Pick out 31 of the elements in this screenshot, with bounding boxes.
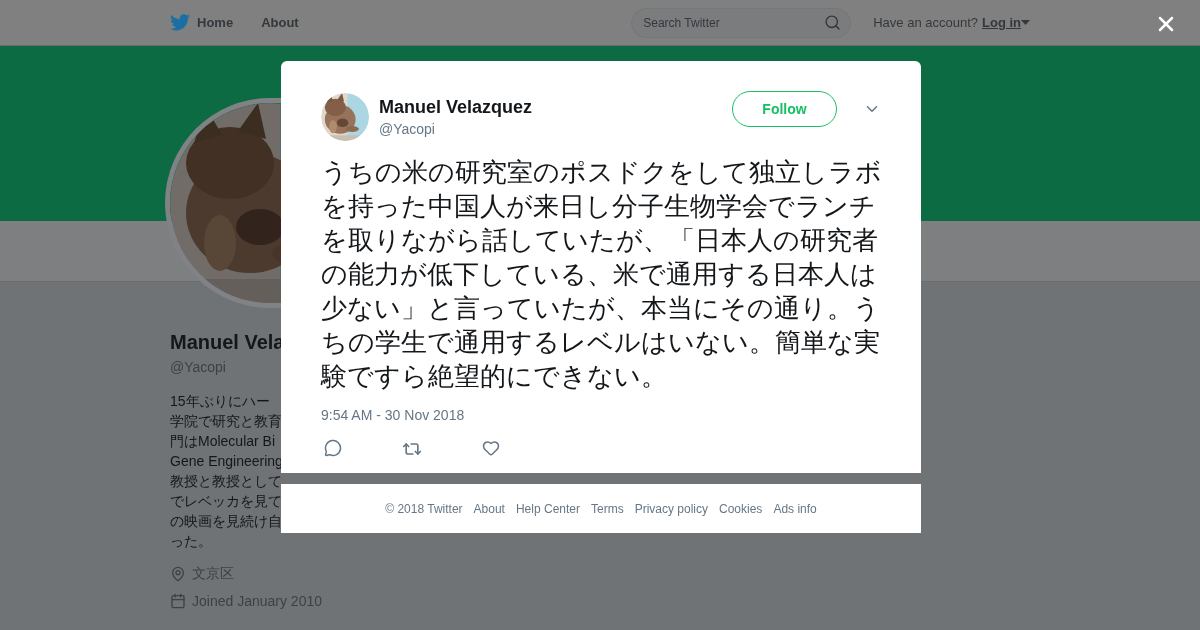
tweet-text: うちの米の研究室のポスドクをして独立しラボを持った中国人が来日し分子生物学会でランチを取りながら話していたが、「日本人の研究者の能力が低下している、米で通用する日本人は少ない」と言っていたが、本当にその通り。うちの学生で通用するレベルはいない。簡単な実験ですら絶望的にできない。 — [321, 156, 883, 393]
heart-icon[interactable] — [482, 439, 500, 457]
bio-line: Gene Engineering — [170, 452, 283, 471]
footer-link[interactable]: Privacy policy — [634, 501, 708, 516]
bio-line: 教授と教授として — [170, 472, 282, 491]
footer-link[interactable]: About — [473, 501, 505, 516]
bio-line: の映画を見続け自 — [170, 512, 282, 531]
caret-icon — [1021, 19, 1030, 26]
author-handle: @Yacopi — [379, 121, 435, 137]
footer-link[interactable]: © 2018 Twitter — [385, 501, 463, 516]
location-pin-icon — [170, 566, 186, 582]
bio-line: 門はMolecular Bi — [170, 432, 276, 451]
nav-link[interactable]: About — [261, 15, 299, 30]
tweet-timestamp: 9:54 AM - 30 Nov 2018 — [321, 407, 466, 423]
account-prompt: Have an account? — [873, 15, 978, 30]
bio-line: でレベッカを見て — [170, 492, 282, 511]
nav-link[interactable]: Home — [170, 14, 234, 31]
bio-line: った。 — [170, 532, 212, 551]
author-name: Manuel Velazquez — [379, 97, 533, 118]
footer-link[interactable]: Cookies — [719, 501, 763, 516]
bio-line: 15年ぶりにハー — [170, 392, 270, 411]
search-field[interactable]: Search Twitter — [631, 7, 852, 38]
footer-link[interactable]: Help Center — [515, 501, 580, 516]
bio-line: 学院で研究と教育 — [170, 412, 282, 431]
reply-icon[interactable] — [324, 439, 342, 457]
footer-link[interactable]: Ads info — [773, 501, 817, 516]
login-link[interactable]: Log in — [982, 15, 1030, 30]
calendar-icon — [170, 593, 186, 609]
search-icon[interactable] — [824, 13, 842, 31]
footer-link[interactable]: Terms — [591, 501, 624, 516]
bird-icon — [170, 14, 190, 31]
